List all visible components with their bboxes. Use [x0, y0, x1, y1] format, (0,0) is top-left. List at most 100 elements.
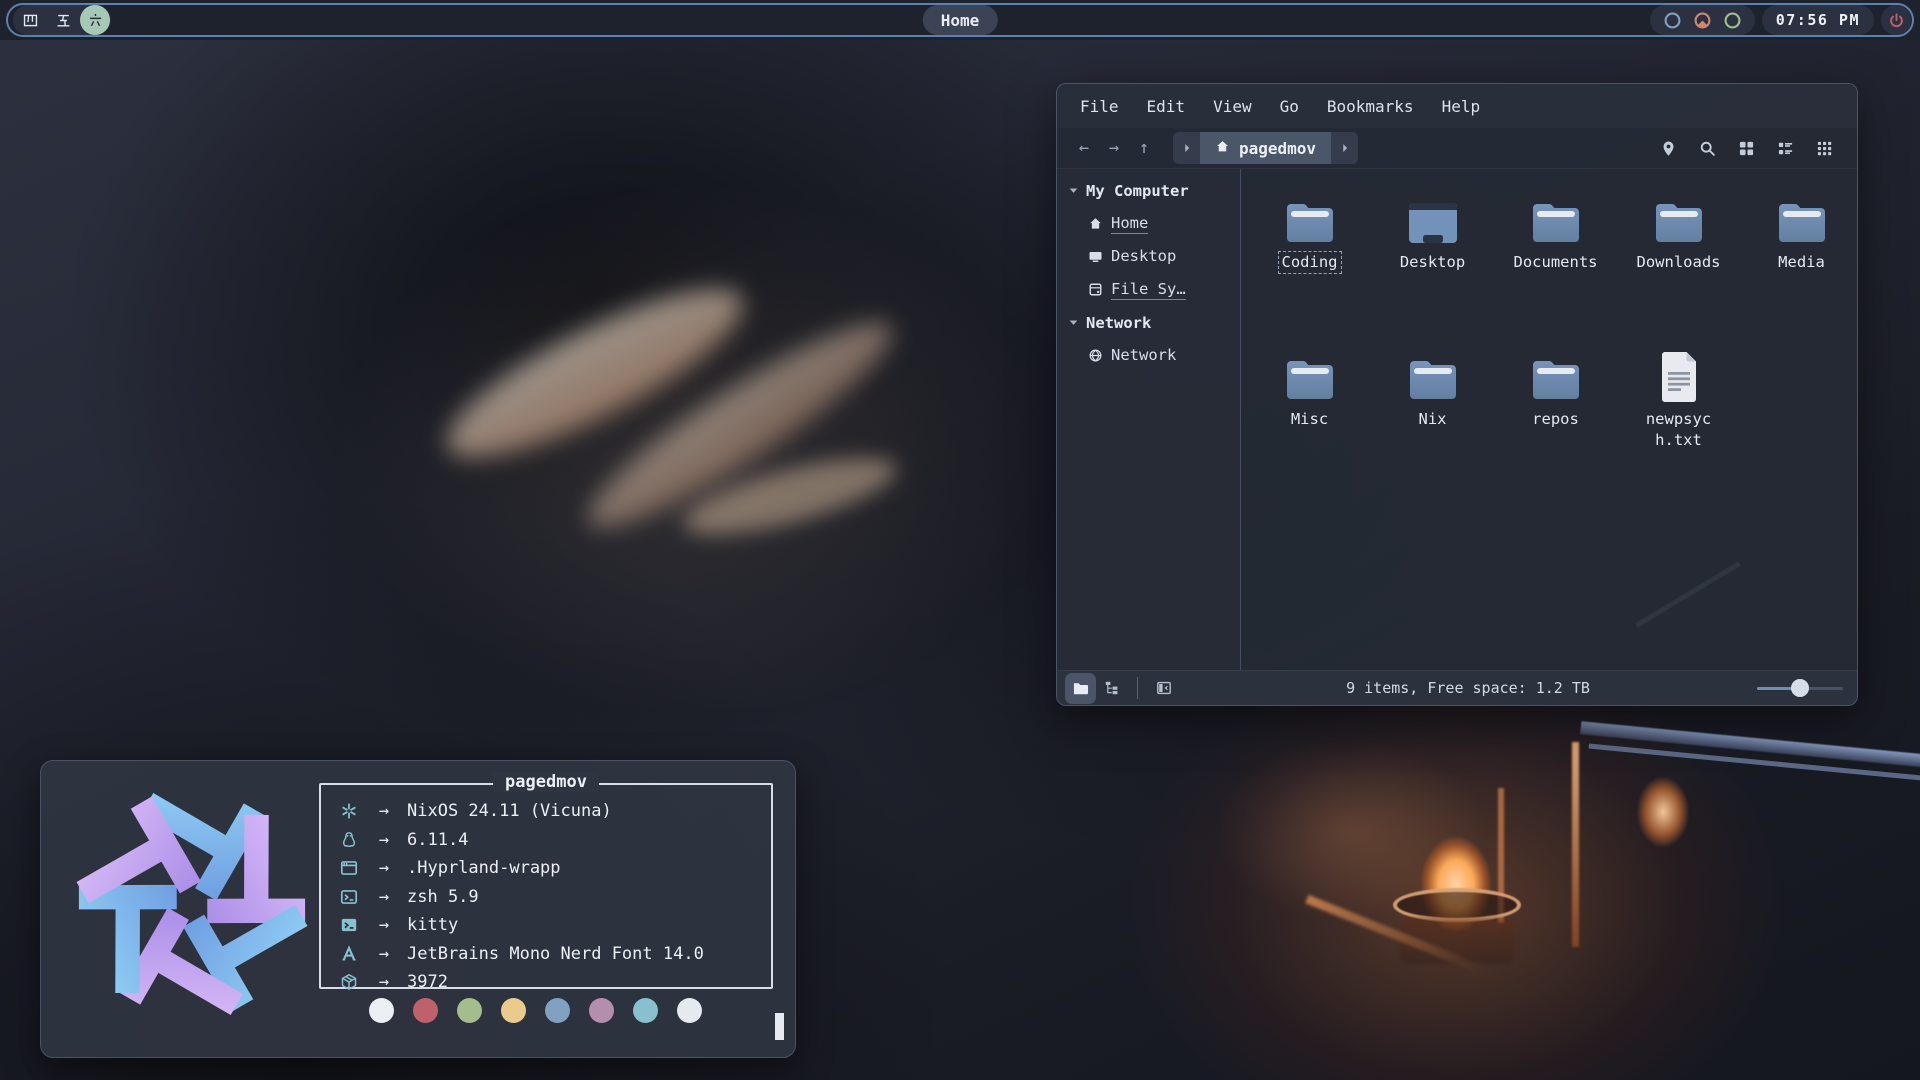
linux-icon — [337, 831, 361, 849]
places-mode-button[interactable] — [1065, 673, 1096, 704]
sidebar-item-label: Desktop — [1111, 247, 1176, 266]
menu-view[interactable]: View — [1213, 97, 1252, 116]
wallpaper-art-beam — [1580, 721, 1920, 767]
wallpaper-art-candle — [1400, 918, 1514, 964]
search-icon[interactable] — [1699, 140, 1716, 157]
file-label: Media — [1774, 251, 1829, 274]
fetch-value: NixOS 24.11 (Vicuna) — [407, 801, 612, 821]
file-label: Documents — [1510, 251, 1602, 274]
list-view-icon[interactable] — [1777, 140, 1794, 157]
file-item-documents[interactable]: Documents — [1497, 184, 1615, 341]
file-label: Downloads — [1633, 251, 1725, 274]
sidebar-item-label: File Sy… — [1111, 280, 1186, 300]
sidebar-section-my-computer[interactable]: My Computer — [1057, 174, 1240, 207]
status-bar-buttons — [1065, 673, 1179, 704]
folder-icon — [1405, 341, 1461, 403]
text-file-icon — [1658, 341, 1700, 403]
forward-button[interactable]: → — [1099, 134, 1129, 162]
indicator-orange[interactable] — [1693, 11, 1712, 30]
sidebar-item-home[interactable]: Home — [1057, 207, 1240, 240]
menu-file[interactable]: File — [1080, 97, 1119, 116]
fetch-value: 6.11.4 — [407, 830, 468, 850]
terminal-cursor — [775, 1013, 784, 1040]
grid-view-icon[interactable] — [1738, 140, 1755, 157]
wallpaper-art-hair — [677, 442, 903, 549]
network-icon — [1088, 348, 1103, 363]
menu-bookmarks[interactable]: Bookmarks — [1327, 97, 1414, 116]
file-manager-window: File Edit View Go Bookmarks Help ← → ↑ pagedm… — [1056, 83, 1858, 706]
folder-icon — [1528, 184, 1584, 246]
sidebar-item-file-sy-[interactable]: File Sy… — [1057, 273, 1240, 306]
palette-dot — [369, 998, 394, 1023]
file-label: Misc — [1287, 408, 1332, 431]
arrow-icon: → — [361, 858, 407, 878]
file-label: repos — [1528, 408, 1583, 431]
file-label: Nix — [1415, 408, 1451, 431]
file-item-nix[interactable]: Nix — [1374, 341, 1492, 498]
sidebar-section-network[interactable]: Network — [1057, 306, 1240, 339]
home-icon — [1215, 139, 1230, 158]
indicator-blue[interactable] — [1663, 11, 1682, 30]
wm-icon — [337, 859, 361, 877]
folder-icon — [1282, 184, 1338, 246]
workspace-4[interactable] — [14, 6, 47, 34]
zoom-slider[interactable] — [1757, 679, 1843, 697]
packages-icon — [337, 973, 361, 991]
fetch-value: 3972 — [407, 972, 448, 992]
wallpaper-art-candle — [1393, 888, 1521, 922]
path-current-button[interactable]: pagedmov — [1200, 132, 1331, 164]
up-button[interactable]: ↑ — [1129, 134, 1159, 162]
top-bar: Home 07:56 PM — [0, 0, 1920, 40]
menu-help[interactable]: Help — [1442, 97, 1481, 116]
sidebar-item-network[interactable]: Network — [1057, 339, 1240, 372]
file-item-repos[interactable]: repos — [1497, 341, 1615, 498]
location-icon[interactable] — [1660, 140, 1677, 157]
side-pane-toggle-button[interactable] — [1148, 673, 1179, 704]
workspace-6-active[interactable] — [80, 5, 110, 35]
arrow-icon: → — [361, 830, 407, 850]
menu-edit[interactable]: Edit — [1147, 97, 1186, 116]
sidebar-item-label: Network — [1111, 346, 1176, 365]
file-item-newpsych-txt[interactable]: newpsych.txt — [1620, 341, 1738, 498]
zoom-slider-knob[interactable] — [1791, 679, 1809, 697]
fetch-row-terminal: →kitty — [337, 911, 771, 940]
file-item-misc[interactable]: Misc — [1251, 341, 1369, 498]
fastfetch-panel: pagedmov →NixOS 24.11 (Vicuna)→6.11.4→.H… — [319, 783, 773, 989]
fetch-title: pagedmov — [493, 772, 599, 792]
arrow-icon: → — [361, 972, 407, 992]
status-bar: 9 items, Free space: 1.2 TB — [1057, 670, 1857, 705]
dirtree-mode-button[interactable] — [1096, 673, 1127, 704]
file-manager-body: My ComputerHome Desktop File Sy… Network Net… — [1057, 168, 1857, 670]
wallpaper-art-beam — [1589, 743, 1920, 781]
file-item-desktop[interactable]: Desktop — [1374, 184, 1492, 341]
active-window-title-label: Home — [941, 11, 980, 30]
tray-indicators — [1650, 5, 1755, 35]
file-item-coding[interactable]: Coding — [1251, 184, 1369, 341]
palette-dot — [589, 998, 614, 1023]
sidebar-item-desktop[interactable]: Desktop — [1057, 240, 1240, 273]
toolbar-view-controls — [1660, 140, 1845, 157]
status-text: 9 items, Free space: 1.2 TB — [1179, 679, 1757, 697]
file-label: Desktop — [1396, 251, 1469, 274]
home-icon — [1088, 216, 1103, 231]
terminal-window[interactable]: pagedmov →NixOS 24.11 (Vicuna)→6.11.4→.H… — [40, 760, 796, 1058]
menu-go[interactable]: Go — [1280, 97, 1299, 116]
palette-dot — [413, 998, 438, 1023]
path-current-label: pagedmov — [1239, 139, 1316, 158]
file-item-downloads[interactable]: Downloads — [1620, 184, 1738, 341]
compact-view-icon[interactable] — [1816, 140, 1833, 157]
path-scroll-left-button[interactable] — [1173, 132, 1200, 164]
fetch-value: .Hyprland-wrapp — [407, 858, 561, 878]
active-window-title: Home — [923, 5, 998, 35]
indicator-green[interactable] — [1723, 11, 1742, 30]
back-button[interactable]: ← — [1069, 134, 1099, 162]
palette-dot — [457, 998, 482, 1023]
workspace-5[interactable] — [47, 6, 80, 34]
arrow-icon: → — [361, 887, 407, 907]
clock: 07:56 PM — [1762, 5, 1874, 35]
file-item-media[interactable]: Media — [1743, 184, 1859, 341]
workspace-switcher — [13, 5, 111, 35]
path-scroll-right-button[interactable] — [1331, 132, 1358, 164]
power-button[interactable] — [1881, 5, 1911, 35]
folder-icon — [1774, 184, 1830, 246]
